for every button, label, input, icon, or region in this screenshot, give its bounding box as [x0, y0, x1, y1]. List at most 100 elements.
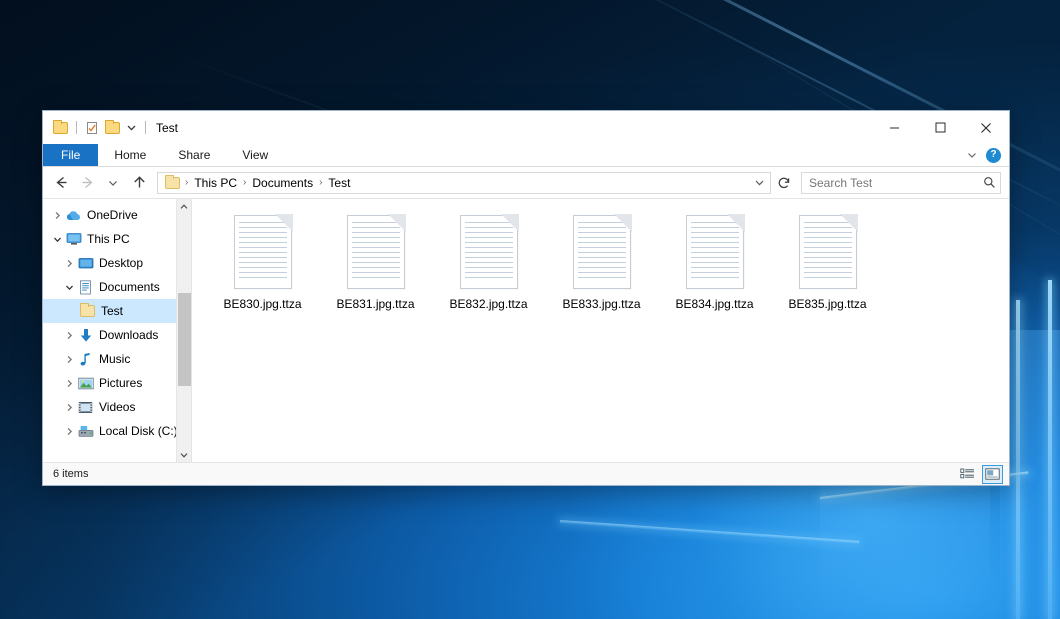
- explorer-body: OneDrive This PC: [43, 198, 1009, 462]
- desktop-icon: [77, 255, 94, 271]
- sidebar-item-documents[interactable]: Documents: [43, 275, 191, 299]
- search-input[interactable]: [809, 176, 983, 190]
- breadcrumb-test[interactable]: Test: [323, 176, 355, 190]
- scroll-up-arrow-icon[interactable]: [177, 199, 192, 214]
- picture-icon: [77, 375, 94, 391]
- tab-share[interactable]: Share: [162, 144, 226, 166]
- ribbon-tab-strip: File Home Share View ?: [43, 144, 1009, 167]
- generic-document-icon: [234, 215, 292, 289]
- sidebar-item-label: This PC: [87, 232, 130, 246]
- tab-home[interactable]: Home: [98, 144, 162, 166]
- generic-document-icon: [573, 215, 631, 289]
- navigation-pane-scrollbar[interactable]: [176, 199, 191, 462]
- sidebar-item-local-disk-c[interactable]: Local Disk (C:): [43, 419, 191, 443]
- recent-locations-chevron-down-icon[interactable]: [101, 171, 125, 195]
- maximize-button[interactable]: [917, 111, 963, 144]
- chevron-down-icon[interactable]: [126, 122, 137, 133]
- breadcrumb-documents[interactable]: Documents: [247, 176, 318, 190]
- details-view-button[interactable]: [957, 465, 978, 484]
- forward-button[interactable]: [75, 171, 99, 195]
- sidebar-item-onedrive[interactable]: OneDrive: [43, 203, 191, 227]
- tab-file[interactable]: File: [43, 144, 98, 166]
- sidebar-item-label: Test: [101, 304, 123, 318]
- file-grid: BE830.jpg.ttza BE831.jpg.ttza: [206, 211, 999, 317]
- sidebar-item-label: Downloads: [99, 328, 158, 342]
- file-explorer-window: Test File Home Share V: [42, 110, 1010, 486]
- view-toggle-group: [957, 465, 1003, 484]
- navigation-pane: OneDrive This PC: [43, 199, 191, 462]
- file-item[interactable]: BE831.jpg.ttza: [319, 211, 432, 317]
- expander-expanded-icon[interactable]: [49, 227, 65, 251]
- monitor-icon: [65, 231, 82, 247]
- generic-document-icon: [686, 215, 744, 289]
- scrollbar-track[interactable]: [177, 214, 192, 447]
- address-dropdown-chevron-down-icon[interactable]: [750, 177, 768, 188]
- large-icons-view-button[interactable]: [982, 465, 1003, 484]
- sidebar-item-videos[interactable]: Videos: [43, 395, 191, 419]
- expander-collapsed-icon[interactable]: [61, 347, 77, 371]
- window-controls: [871, 111, 1009, 144]
- expander-collapsed-icon[interactable]: [61, 251, 77, 275]
- file-item[interactable]: BE833.jpg.ttza: [545, 211, 658, 317]
- expander-collapsed-icon[interactable]: [61, 323, 77, 347]
- sidebar-item-label: Local Disk (C:): [99, 424, 178, 438]
- minimize-button[interactable]: [871, 111, 917, 144]
- sidebar-item-desktop[interactable]: Desktop: [43, 251, 191, 275]
- sidebar-item-label: Pictures: [99, 376, 142, 390]
- tab-view[interactable]: View: [226, 144, 284, 166]
- desktop-background: Test File Home Share V: [0, 0, 1060, 619]
- expand-ribbon-chevron-down-icon[interactable]: [966, 149, 978, 161]
- sidebar-item-label: OneDrive: [87, 208, 138, 222]
- help-icon[interactable]: ?: [986, 148, 1001, 163]
- sidebar-item-label: Desktop: [99, 256, 143, 270]
- sidebar-item-label: Music: [99, 352, 130, 366]
- file-name-label: BE832.jpg.ttza: [449, 297, 527, 311]
- up-button[interactable]: [127, 171, 151, 195]
- sidebar-item-downloads[interactable]: Downloads: [43, 323, 191, 347]
- address-bar[interactable]: › This PC › Documents › Test: [157, 172, 771, 194]
- file-item[interactable]: BE830.jpg.ttza: [206, 211, 319, 317]
- refresh-icon[interactable]: [773, 172, 795, 194]
- title-bar[interactable]: Test: [43, 111, 1009, 144]
- music-icon: [77, 351, 94, 367]
- expander-collapsed-icon[interactable]: [61, 395, 77, 419]
- cloud-icon: [65, 207, 82, 223]
- file-item[interactable]: BE835.jpg.ttza: [771, 211, 884, 317]
- sidebar-item-pictures[interactable]: Pictures: [43, 371, 191, 395]
- file-name-label: BE830.jpg.ttza: [223, 297, 301, 311]
- close-button[interactable]: [963, 111, 1009, 144]
- address-folder-icon: [165, 177, 180, 189]
- sidebar-item-test[interactable]: Test: [43, 299, 191, 323]
- expander-collapsed-icon[interactable]: [49, 203, 65, 227]
- window-title: Test: [156, 121, 178, 135]
- toolbar-separator-2: [145, 121, 146, 134]
- breadcrumb-this-pc[interactable]: This PC: [189, 176, 242, 190]
- expander-expanded-icon[interactable]: [61, 275, 77, 299]
- sidebar-item-label: Videos: [99, 400, 135, 414]
- scrollbar-thumb[interactable]: [178, 293, 191, 386]
- file-name-label: BE831.jpg.ttza: [336, 297, 414, 311]
- quick-access-toolbar: [43, 111, 148, 144]
- folder-icon: [79, 303, 96, 319]
- video-icon: [77, 399, 94, 415]
- file-list-area[interactable]: BE830.jpg.ttza BE831.jpg.ttza: [192, 199, 1009, 462]
- generic-document-icon: [460, 215, 518, 289]
- address-bar-row: › This PC › Documents › Test: [43, 167, 1009, 198]
- new-folder-icon[interactable]: [105, 122, 120, 134]
- scroll-down-arrow-icon[interactable]: [177, 447, 192, 462]
- file-item[interactable]: BE832.jpg.ttza: [432, 211, 545, 317]
- back-button[interactable]: [49, 171, 73, 195]
- sidebar-item-this-pc[interactable]: This PC: [43, 227, 191, 251]
- properties-icon[interactable]: [85, 121, 99, 135]
- expander-collapsed-icon[interactable]: [61, 371, 77, 395]
- status-bar: 6 items: [43, 462, 1009, 485]
- document-icon: [77, 279, 94, 295]
- item-count-label: 6 items: [53, 468, 88, 480]
- file-name-label: BE835.jpg.ttza: [788, 297, 866, 311]
- search-box[interactable]: [801, 172, 1001, 194]
- folder-icon[interactable]: [53, 122, 68, 134]
- sidebar-item-music[interactable]: Music: [43, 347, 191, 371]
- search-icon[interactable]: [983, 176, 996, 189]
- expander-collapsed-icon[interactable]: [61, 419, 77, 443]
- file-item[interactable]: BE834.jpg.ttza: [658, 211, 771, 317]
